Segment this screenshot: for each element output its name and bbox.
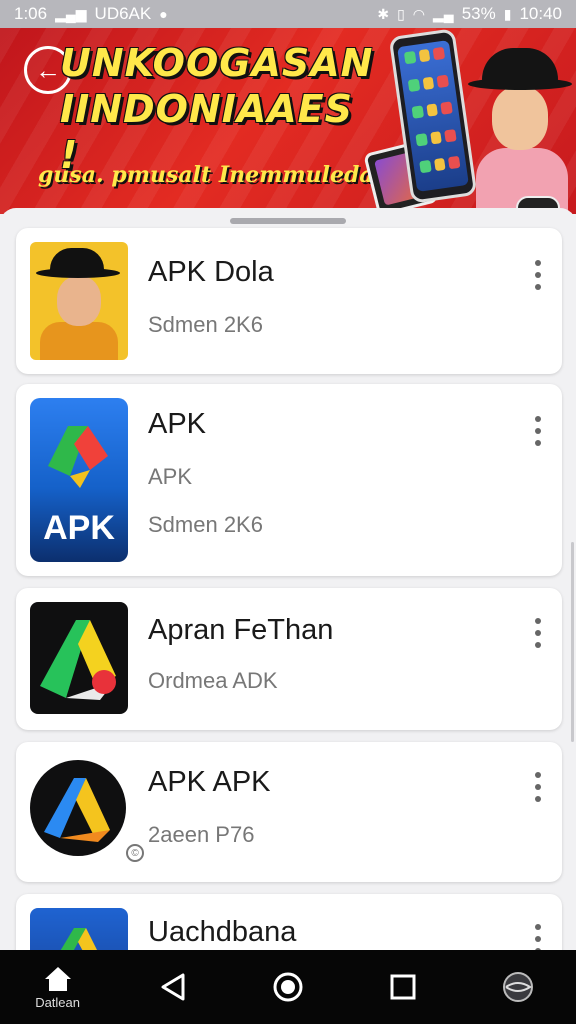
battery-icon: ▮ — [503, 5, 512, 22]
message-icon: ● — [159, 6, 168, 22]
bluetooth-icon: ✱ — [377, 5, 390, 22]
app-title: APK — [148, 408, 207, 440]
home-nav-button[interactable]: Datlean — [22, 954, 94, 1020]
recents-nav-button[interactable] — [367, 954, 439, 1020]
signal-icon: ▂▄▆ — [55, 5, 87, 22]
app-card[interactable]: APK Dola Sdmen 2K6 — [16, 228, 562, 374]
app-icon-partial — [30, 908, 128, 956]
app-icon-triangle — [30, 602, 128, 714]
home-circle-button[interactable] — [252, 954, 324, 1020]
vibrate-icon: ▯ — [397, 5, 405, 22]
wifi-icon: ◠ — [412, 5, 426, 22]
assistant-nav-button[interactable] — [482, 954, 554, 1020]
person-illustration — [468, 48, 572, 214]
app-meta: Ordmea ADK — [148, 668, 278, 693]
more-options-icon[interactable] — [530, 416, 546, 446]
home-label: Datlean — [35, 994, 80, 1010]
app-meta: Sdmen 2K6 — [148, 512, 263, 537]
apk-icon-label: APK — [43, 509, 115, 547]
app-card[interactable]: Apran FeThan Ordmea ADK — [16, 588, 562, 730]
app-title: Uachdbana — [148, 916, 297, 948]
status-bar: 1:06 ▂▄▆ UD6AK ● ✱ ▯ ◠ ▂▄ 53% ▮ 10:40 — [0, 0, 576, 28]
app-icon-circle: © — [30, 756, 144, 862]
app-icon-apk: APK — [30, 398, 128, 562]
more-options-icon[interactable] — [530, 260, 546, 290]
status-carrier: UD6AK — [94, 4, 152, 23]
banner-subtitle: gusa. pmusalt Inemmuledar — [38, 162, 386, 188]
app-list-sheet[interactable]: APK Dola Sdmen 2K6 APK APK APK Sdmen 2K6 — [0, 208, 576, 956]
more-options-icon[interactable] — [530, 618, 546, 648]
home-circle-icon — [273, 972, 303, 1002]
app-icon-avatar — [30, 242, 128, 360]
banner-title-line1: UNKOOGASAN — [60, 41, 374, 85]
app-card[interactable]: © APK APK 2aeen P76 — [16, 742, 562, 882]
navigation-bar: Datlean — [0, 950, 576, 1024]
globe-icon — [503, 972, 534, 1002]
app-title: APK Dola — [148, 256, 274, 288]
app-title: Apran FeThan — [148, 614, 334, 646]
app-meta: 2aeen P76 — [148, 822, 255, 847]
app-title: APK APK — [148, 766, 271, 798]
app-card[interactable]: Uachdbana — [16, 894, 562, 956]
banner-title: UNKOOGASAN IINDONIAAES ! — [60, 40, 380, 178]
battery-percent: 53% — [461, 4, 496, 23]
promo-banner[interactable]: ← UNKOOGASAN IINDONIAAES ! gusa. pmusalt… — [0, 28, 576, 214]
app-subtitle: APK — [148, 464, 193, 489]
status-time: 1:06 — [14, 4, 48, 23]
back-nav-button[interactable] — [137, 954, 209, 1020]
home-icon — [44, 966, 71, 991]
more-options-icon[interactable] — [530, 772, 546, 802]
app-card[interactable]: APK APK APK Sdmen 2K6 — [16, 384, 562, 576]
cell-signal-icon: ▂▄ — [433, 5, 454, 22]
scrollbar[interactable] — [571, 542, 574, 742]
app-meta: Sdmen 2K6 — [148, 312, 263, 337]
recents-square-icon — [390, 974, 416, 1000]
status-clock: 10:40 — [519, 4, 562, 23]
back-triangle-icon — [161, 973, 185, 1001]
drag-handle[interactable] — [230, 218, 346, 224]
badge-icon: © — [126, 844, 144, 862]
